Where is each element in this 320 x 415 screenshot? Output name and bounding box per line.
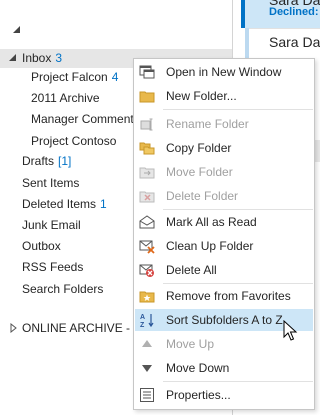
new-folder-icon: [139, 91, 155, 103]
folder-junk-email[interactable]: Junk Email: [22, 216, 81, 235]
delete-folder-icon: [139, 191, 155, 203]
menu-item-move-down[interactable]: Move Down: [135, 357, 313, 379]
menu-item-label: Remove from Favorites: [166, 289, 291, 303]
folder-label: Outbox: [22, 239, 61, 253]
menu-item-open-new-window[interactable]: Open in New Window: [135, 61, 313, 83]
inbox-unread-count: 3: [55, 51, 63, 65]
menu-item-label: Delete Folder: [166, 189, 239, 203]
collapse-arrow-icon[interactable]: [13, 26, 21, 34]
copy-folder-icon: [139, 142, 155, 155]
folder-unread-count: 1: [100, 197, 107, 211]
move-down-icon: [142, 365, 152, 372]
folder-label: Drafts: [22, 154, 55, 168]
menu-item-label: Move Folder: [166, 165, 233, 179]
menu-separator: [163, 209, 313, 210]
folder-label: RSS Feeds: [22, 260, 84, 274]
mouse-cursor-icon: [283, 320, 298, 341]
open-window-icon: [139, 65, 155, 79]
move-up-icon: [142, 340, 152, 347]
inbox-label: Inbox: [22, 51, 52, 65]
menu-separator: [163, 283, 313, 284]
folder-project-contoso[interactable]: Project Contoso: [31, 132, 116, 151]
menu-item-remove-from-favorites[interactable]: Remove from Favorites: [135, 285, 313, 307]
menu-item-move-folder[interactable]: Move Folder: [135, 161, 313, 183]
delete-all-icon: [139, 264, 154, 277]
folder-deleted-items[interactable]: Deleted Items 1: [22, 195, 107, 214]
selection-indicator: [241, 0, 245, 28]
menu-item-label: Delete All: [166, 263, 217, 277]
folder-search-folders[interactable]: Search Folders: [22, 280, 103, 299]
menu-item-label: Copy Folder: [166, 141, 232, 155]
folder-project-falcon[interactable]: Project Falcon 4: [31, 68, 118, 87]
menu-item-label: Clean Up Folder: [166, 239, 254, 253]
menu-separator: [163, 109, 313, 110]
inbox-expand-icon[interactable]: [8, 53, 18, 63]
folder-label: Manager Comments: [31, 112, 140, 126]
menu-item-copy-folder[interactable]: Copy Folder: [135, 137, 313, 159]
folder-unread-count: [1]: [58, 154, 72, 168]
folder-online-archive[interactable]: ONLINE ARCHIVE - K: [22, 319, 141, 338]
svg-text:Z: Z: [140, 322, 145, 328]
menu-item-delete-folder[interactable]: Delete Folder: [135, 185, 313, 207]
menu-item-new-folder[interactable]: New Folder...: [135, 85, 313, 107]
sort-az-icon: A Z: [140, 314, 154, 328]
folder-label: Project Contoso: [31, 134, 117, 148]
favorites-icon: [139, 291, 155, 303]
menu-item-clean-up-folder[interactable]: Clean Up Folder: [135, 235, 313, 257]
menu-item-rename-folder[interactable]: Rename Folder: [135, 113, 313, 135]
menu-item-label: Mark All as Read: [166, 215, 257, 229]
folder-manager-comments[interactable]: Manager Comments: [31, 110, 140, 129]
menu-separator: [163, 381, 313, 382]
folder-2011-archive[interactable]: 2011 Archive: [31, 89, 100, 108]
menu-item-label: New Folder...: [166, 89, 237, 103]
menu-item-label: Sort Subfolders A to Z: [166, 313, 283, 327]
folder-label: Search Folders: [22, 282, 104, 296]
folder-label: Junk Email: [22, 218, 81, 232]
folder-label: 2011 Archive: [31, 91, 100, 105]
folder-label: Project Falcon: [31, 70, 108, 84]
context-menu: Open in New Window New Folder... Rename …: [133, 58, 315, 410]
mark-read-icon: [139, 215, 155, 229]
folder-sent-items[interactable]: Sent Items: [22, 174, 79, 193]
menu-item-label: Properties...: [166, 388, 231, 402]
menu-item-mark-all-read[interactable]: Mark All as Read: [135, 211, 313, 233]
menu-item-properties[interactable]: Properties...: [135, 384, 313, 406]
menu-item-label: Move Down: [166, 361, 230, 375]
folder-drafts[interactable]: Drafts [1]: [22, 152, 71, 171]
menu-item-label: Rename Folder: [166, 117, 249, 131]
message-status: Declined:: [269, 6, 319, 18]
divider: [245, 28, 320, 29]
menu-item-delete-all[interactable]: Delete All: [135, 259, 313, 281]
folder-unread-count: 4: [111, 70, 119, 84]
message-sender: Sara Da: [269, 34, 320, 50]
folder-label: Deleted Items: [22, 197, 97, 211]
properties-icon: [140, 388, 154, 402]
folder-outbox[interactable]: Outbox: [22, 237, 61, 256]
menu-item-label: Move Up: [166, 337, 215, 351]
move-folder-icon: [139, 167, 155, 179]
folder-label: Sent Items: [22, 176, 80, 190]
rename-folder-icon: [140, 118, 153, 131]
inbox-folder[interactable]: Inbox 3: [22, 49, 62, 68]
archive-expand-icon[interactable]: [9, 323, 19, 333]
folder-label: ONLINE ARCHIVE - K: [22, 321, 142, 335]
clean-up-icon: [139, 240, 155, 254]
menu-item-label: Open in New Window: [166, 65, 282, 79]
svg-text:A: A: [140, 314, 145, 321]
folder-rss-feeds[interactable]: RSS Feeds: [22, 258, 83, 277]
